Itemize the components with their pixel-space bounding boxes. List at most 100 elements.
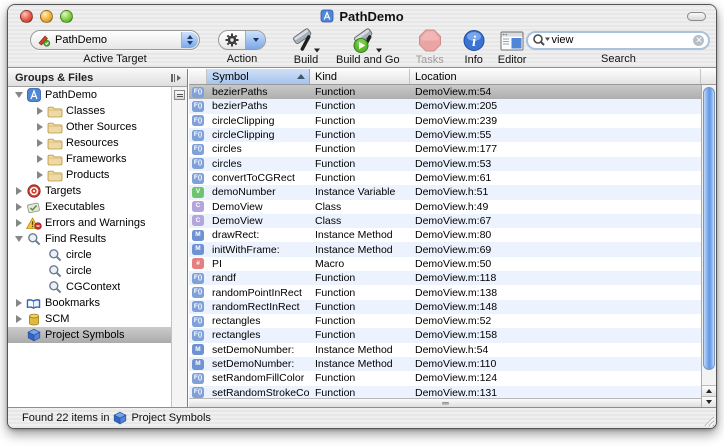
symbol-cell: circleClipping [207, 115, 310, 127]
function-badge-icon: F() [189, 144, 207, 155]
symbol-row[interactable]: F()rectanglesFunctionDemoView.m:158 [189, 328, 701, 342]
magnifier-icon [46, 264, 63, 279]
symbol-row[interactable]: MsetDemoNumber:Instance MethodDemoView.h… [189, 343, 701, 357]
active-target-popup[interactable]: PathDemo [30, 30, 200, 50]
cube-icon [113, 411, 127, 425]
sidebar-item-errors-and-warnings[interactable]: Errors and Warnings [8, 215, 171, 231]
sidebar-item-products[interactable]: Products [8, 167, 171, 183]
sidebar-item-bookmarks[interactable]: Bookmarks [8, 295, 171, 311]
disclosure-triangle-icon[interactable] [12, 203, 25, 211]
search-icon[interactable] [532, 33, 551, 47]
magnifier-icon [46, 280, 63, 295]
vertical-scrollbar[interactable] [701, 85, 716, 407]
symbol-row[interactable]: F()circleClippingFunctionDemoView.m:55 [189, 128, 701, 142]
symbol-row[interactable]: MsetDemoNumber:Instance MethodDemoView.m… [189, 357, 701, 371]
loc-cell: DemoView.m:110 [410, 358, 701, 370]
horizontal-splitter[interactable] [189, 398, 701, 407]
scroll-up-button[interactable] [702, 385, 716, 396]
disclosure-triangle-icon[interactable] [33, 171, 46, 179]
symbol-row[interactable]: F()randomRectInRectFunctionDemoView.m:14… [189, 300, 701, 314]
build-and-go-button[interactable]: Build and Go [336, 27, 400, 66]
symbol-row[interactable]: F()rectanglesFunctionDemoView.m:52 [189, 314, 701, 328]
status-text-prefix: Found 22 items in [22, 412, 109, 424]
disclosure-triangle-icon[interactable] [12, 219, 25, 227]
symbol-row[interactable]: F()setRandomFillColorFunctionDemoView.m:… [189, 371, 701, 385]
symbol-row[interactable]: VdemoNumberInstance VariableDemoView.h:5… [189, 185, 701, 199]
sidebar-item-classes[interactable]: Classes [8, 103, 171, 119]
sidebar-item-frameworks[interactable]: Frameworks [8, 151, 171, 167]
sidebar-item-scm[interactable]: SCM [8, 311, 171, 327]
book-icon [25, 296, 42, 311]
symbol-row[interactable]: F()circlesFunctionDemoView.m:177 [189, 142, 701, 156]
scroll-down-button[interactable] [702, 396, 716, 407]
disclosure-triangle-icon[interactable] [12, 187, 25, 195]
scrollbar-thumb[interactable] [703, 87, 715, 370]
sidebar-item-other-sources[interactable]: Other Sources [8, 119, 171, 135]
disclosure-triangle-icon[interactable] [33, 155, 46, 163]
splitter-handle-icon[interactable] [167, 74, 185, 82]
disclosure-triangle-icon[interactable] [12, 236, 25, 242]
sidebar-menu-widget-icon[interactable] [174, 90, 185, 100]
loc-cell: DemoView.m:54 [410, 86, 701, 98]
disclosure-triangle-icon[interactable] [12, 92, 25, 98]
search-input[interactable]: ✕ [526, 31, 710, 50]
loc-cell: DemoView.m:205 [410, 100, 701, 112]
loc-cell: DemoView.m:53 [410, 158, 701, 170]
info-button[interactable]: i Info [462, 27, 486, 66]
kind-cell: Function [310, 315, 410, 327]
column-header-kind[interactable]: Kind [310, 69, 410, 84]
symbol-row[interactable]: F()randfFunctionDemoView.m:118 [189, 271, 701, 285]
symbol-row[interactable]: F()convertToCGRectFunctionDemoView.m:61 [189, 171, 701, 185]
kind-cell: Function [310, 372, 410, 384]
disclosure-triangle-icon[interactable] [33, 123, 46, 131]
symbol-row[interactable]: #PIMacroDemoView.m:50 [189, 257, 701, 271]
magnifier-icon [46, 248, 63, 263]
symbol-row[interactable]: F()setRandomStrokeColoFunctionDemoView.m… [189, 386, 701, 398]
build-button[interactable]: Build [290, 27, 322, 66]
action-button[interactable] [218, 30, 266, 50]
symbol-row[interactable]: F()circlesFunctionDemoView.m:53 [189, 157, 701, 171]
symbol-row[interactable]: F()bezierPathsFunctionDemoView.m:54 [189, 85, 701, 99]
symbol-row[interactable]: F()circleClippingFunctionDemoView.m:239 [189, 114, 701, 128]
editor-button[interactable]: Editor [498, 27, 527, 66]
sidebar-item-targets[interactable]: Targets [8, 183, 171, 199]
symbol-row[interactable]: CDemoViewClassDemoView.h:49 [189, 200, 701, 214]
sidebar-item-label: circle [66, 249, 92, 261]
sidebar-item-project-symbols[interactable]: Project Symbols [8, 327, 171, 343]
symbol-row[interactable]: F()randomPointInRectFunctionDemoView.m:1… [189, 285, 701, 299]
sidebar-item-executables[interactable]: Executables [8, 199, 171, 215]
database-icon [25, 312, 42, 327]
sidebar-item-label: circle [66, 265, 92, 277]
sidebar-item-circle[interactable]: circle [8, 263, 171, 279]
sidebar-item-circle[interactable]: circle [8, 247, 171, 263]
symbol-row[interactable]: CDemoViewClassDemoView.m:67 [189, 214, 701, 228]
loc-cell: DemoView.m:69 [410, 244, 701, 256]
column-header-symbol[interactable]: Symbol [207, 69, 310, 84]
disclosure-triangle-icon[interactable] [33, 139, 46, 147]
disclosure-triangle-icon[interactable] [12, 315, 25, 323]
tasks-button: Tasks [416, 27, 444, 66]
resize-grip[interactable] [702, 414, 715, 427]
search-text-input[interactable] [551, 34, 693, 46]
class-badge-icon: C [189, 201, 207, 212]
sidebar-item-resources[interactable]: Resources [8, 135, 171, 151]
disclosure-triangle-icon[interactable] [12, 299, 25, 307]
disclosure-triangle-icon[interactable] [33, 107, 46, 115]
sort-ascending-icon [297, 74, 305, 79]
sidebar-item-pathdemo[interactable]: PathDemo [8, 87, 171, 103]
method-badge-icon: M [189, 230, 207, 241]
sidebar-scrollbar[interactable] [171, 87, 187, 407]
loc-cell: DemoView.m:158 [410, 329, 701, 341]
toolbar-toggle-button[interactable] [687, 12, 706, 21]
symbol-row[interactable]: MinitWithFrame:Instance MethodDemoView.m… [189, 242, 701, 256]
clear-search-icon[interactable]: ✕ [693, 35, 704, 46]
loc-cell: DemoView.m:52 [410, 315, 701, 327]
title-bar[interactable]: PathDemo [8, 5, 716, 27]
symbol-row[interactable]: MdrawRect:Instance MethodDemoView.m:80 [189, 228, 701, 242]
symbol-row[interactable]: F()bezierPathsFunctionDemoView.m:205 [189, 99, 701, 113]
sidebar-item-cgcontext[interactable]: CGContext [8, 279, 171, 295]
column-header-location[interactable]: Location [410, 69, 701, 84]
hammer-go-icon [349, 27, 387, 54]
sidebar-item-find-results[interactable]: Find Results [8, 231, 171, 247]
method-badge-icon: M [189, 359, 207, 370]
